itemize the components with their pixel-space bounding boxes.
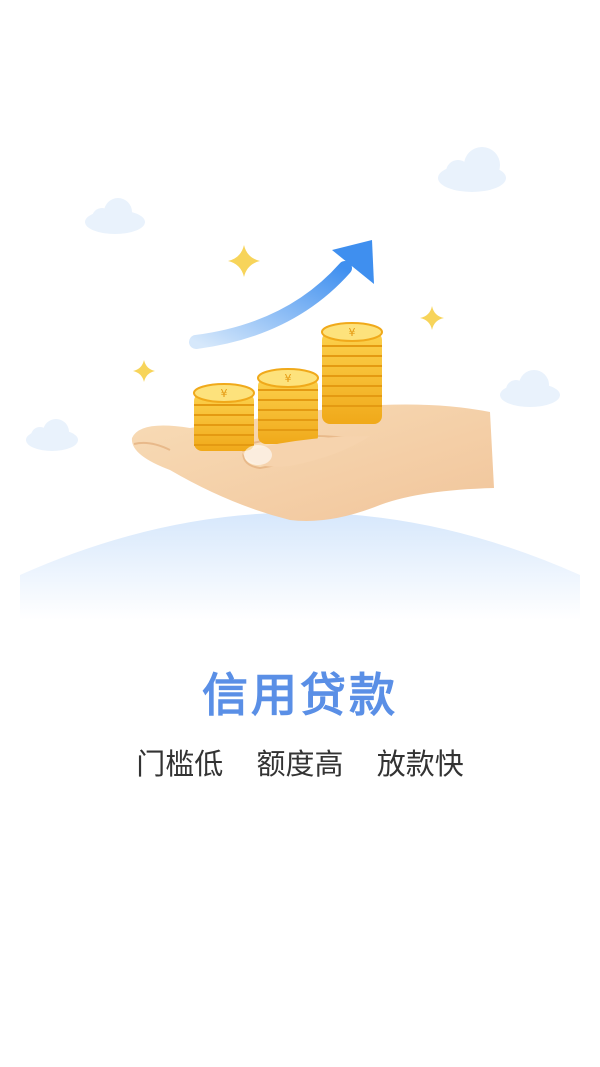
cloud-icon [85,198,145,234]
sparkle-icon [420,306,444,330]
headline-title: 信用贷款 [202,668,398,722]
feature-tagline: 门槛低 额度高 放款快 [0,744,600,784]
loan-illustration: ¥ ¥ ¥ [20,147,580,620]
sparkle-icon [228,245,260,277]
splash-screen: ¥ ¥ ¥ 信用贷款 门槛低 额度高 放款快 [0,0,600,1067]
feature-high-limit: 额度高 [256,747,344,781]
feature-fast-disbursement: 放款快 [376,747,464,781]
coin-stack-icon: ¥ [193,383,255,451]
sparkle-icon [133,360,155,382]
ground-arc [20,512,580,620]
coin-stack-icon: ¥ [257,368,319,444]
svg-text:¥: ¥ [221,387,228,400]
svg-text:¥: ¥ [285,372,292,385]
cloud-icon [438,147,506,192]
svg-text:¥: ¥ [349,326,356,339]
cloud-icon [500,370,560,407]
feature-low-threshold: 门槛低 [136,747,224,781]
coin-stack-icon: ¥ [321,322,383,424]
cloud-icon [26,419,78,451]
